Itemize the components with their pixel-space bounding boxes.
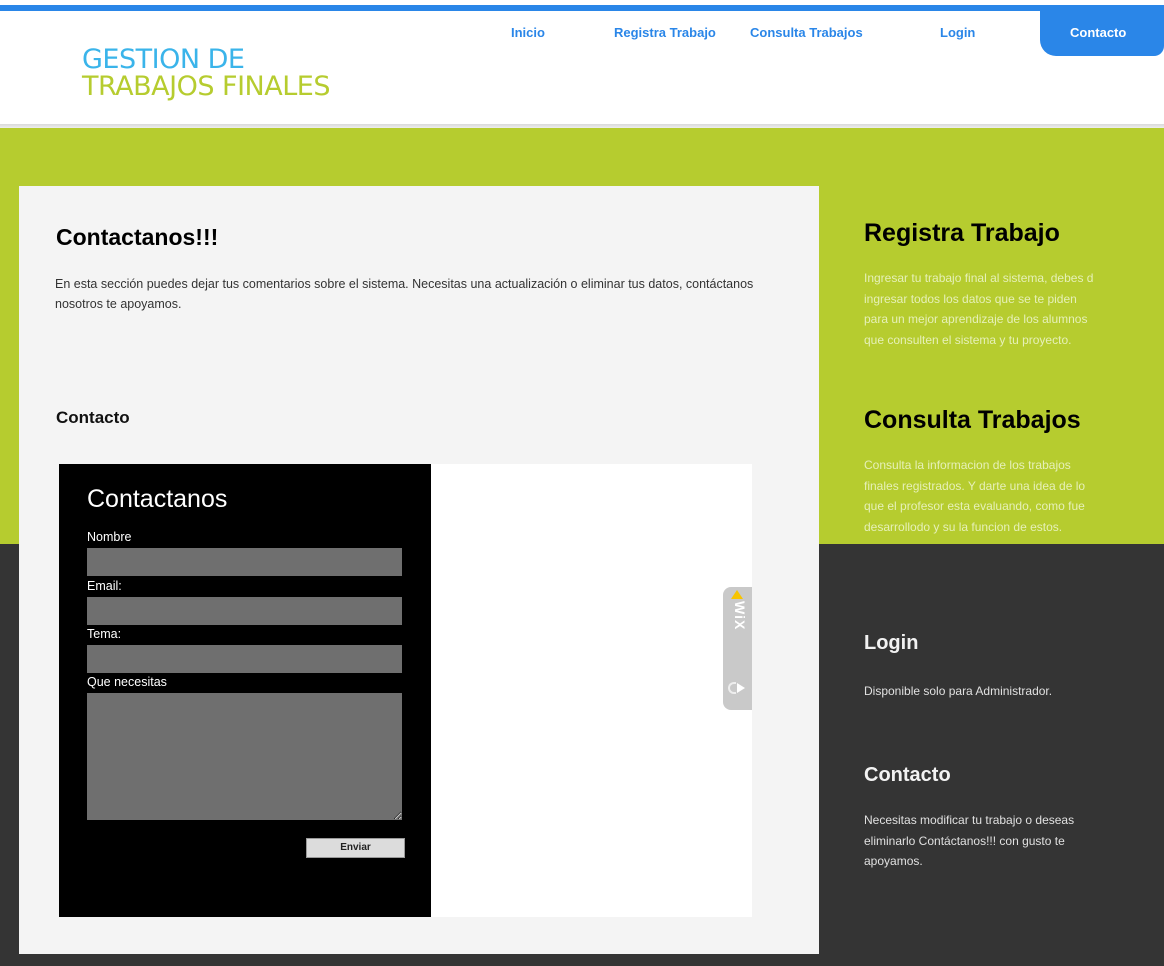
sidebar-title-consulta-trabajos: Consulta Trabajos xyxy=(864,406,1081,434)
nav-link-contacto-label: Contacto xyxy=(1070,25,1127,40)
wix-badge-label: WiX xyxy=(732,601,748,631)
nav-link-inicio[interactable]: Inicio xyxy=(511,25,545,40)
wix-badge[interactable]: WiX xyxy=(723,587,752,710)
nav-link-contacto-active[interactable]: Contacto xyxy=(1040,10,1164,56)
name-label: Nombre xyxy=(87,530,132,544)
contact-form: Contactanos Nombre Email: Tema: Que nece… xyxy=(59,464,431,917)
nav-link-registra-trabajo[interactable]: Registra Trabajo xyxy=(614,25,716,40)
topic-field[interactable] xyxy=(87,645,402,673)
sidebar-title-contacto: Contacto xyxy=(864,764,951,786)
sound-icon xyxy=(728,682,736,694)
sidebar-text-registra-trabajo: Ingresar tu trabajo final al sistema, de… xyxy=(864,271,1094,347)
sidebar-text-contacto: Necesitas modificar tu trabajo o deseas … xyxy=(864,813,1075,868)
page-title: Contactanos!!! xyxy=(56,224,219,250)
sidebar-title-registra-trabajo: Registra Trabajo xyxy=(864,219,1060,247)
email-label: Email: xyxy=(87,579,122,593)
section-title: Contacto xyxy=(56,408,130,427)
name-field[interactable] xyxy=(87,548,402,576)
email-field[interactable] xyxy=(87,597,402,625)
send-button[interactable]: Enviar xyxy=(306,838,405,858)
crown-icon xyxy=(731,590,743,599)
logo-line-2: TRABAJOS FINALES xyxy=(82,71,330,102)
sidebar-title-login: Login xyxy=(864,632,919,654)
header-accent-line xyxy=(0,5,1164,11)
logo-line-1: GESTION DE xyxy=(82,44,245,75)
message-label: Que necesitas xyxy=(87,675,167,689)
nav-link-login[interactable]: Login xyxy=(940,25,975,40)
sidebar-text-consulta-trabajos: Consulta la informacion de los trabajos … xyxy=(864,458,1086,534)
play-icon xyxy=(737,683,745,693)
message-field[interactable] xyxy=(87,693,402,820)
site-logo[interactable]: GESTION DE TRABAJOS FINALES xyxy=(82,46,330,100)
topic-label: Tema: xyxy=(87,627,122,641)
content-panel: Contactanos!!! En esta sección puedes de… xyxy=(19,186,819,954)
contact-form-embed: Contactanos Nombre Email: Tema: Que nece… xyxy=(59,464,752,917)
intro-text: En esta sección puedes dejar tus comenta… xyxy=(55,277,754,311)
nav-link-consulta-trabajos[interactable]: Consulta Trabajos xyxy=(750,25,863,40)
sidebar-text-login: Disponible solo para Administrador. xyxy=(864,684,1053,698)
form-title: Contactanos xyxy=(87,485,228,513)
